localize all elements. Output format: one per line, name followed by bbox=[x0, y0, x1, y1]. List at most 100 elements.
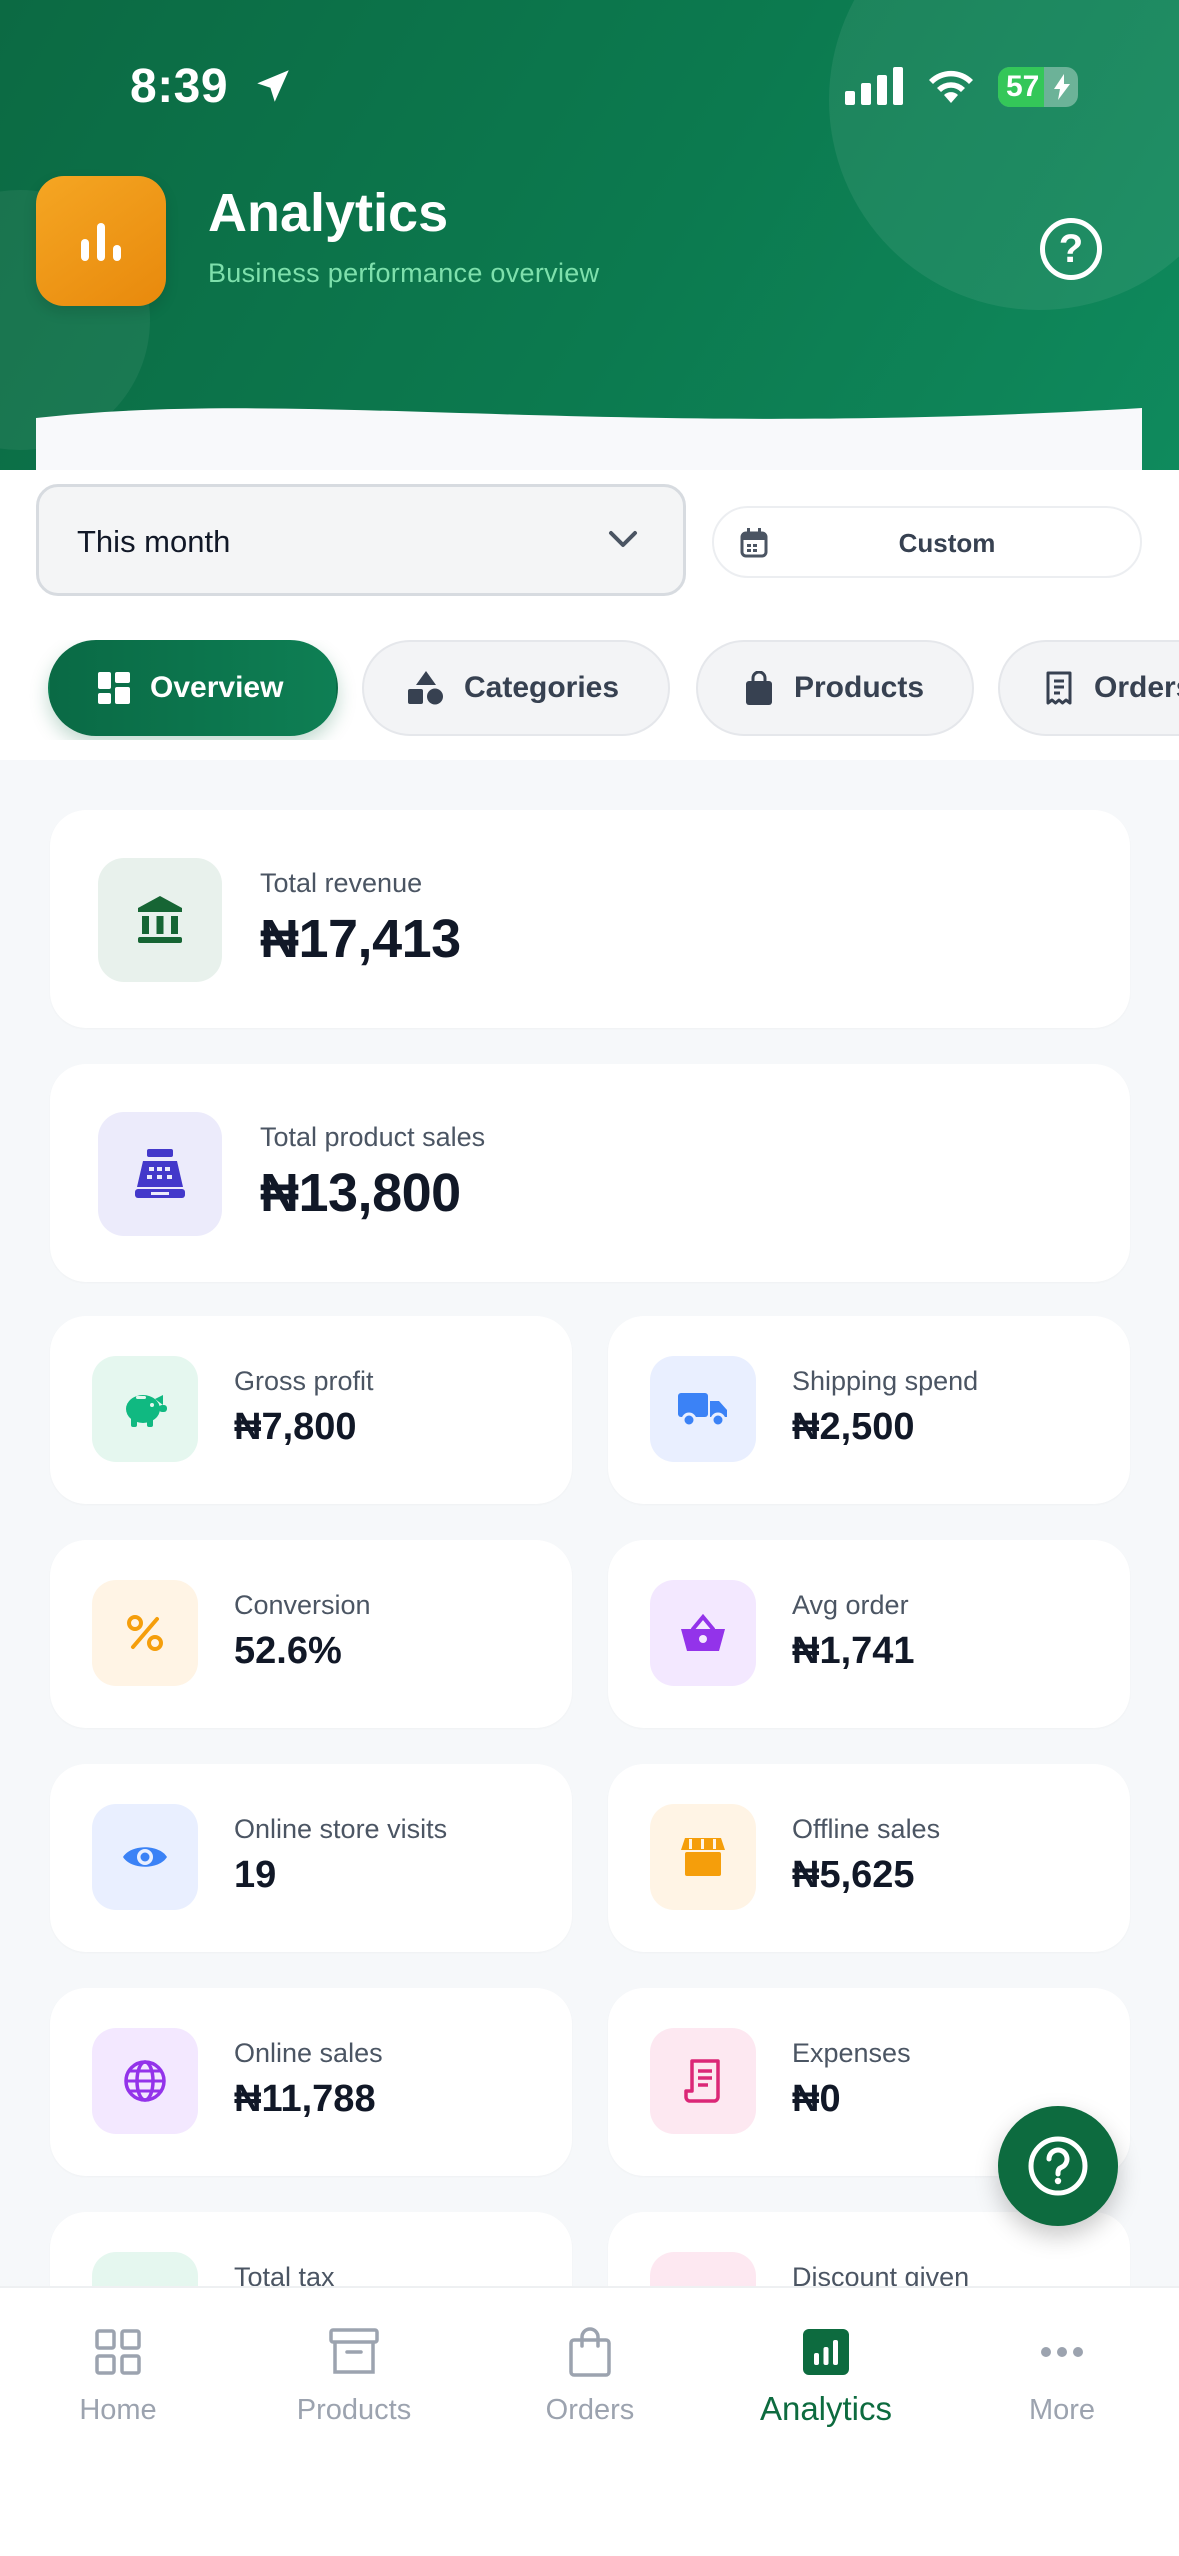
metric-card-online-sales[interactable]: Online sales ₦11,788 bbox=[50, 1988, 572, 2176]
period-select-value: This month bbox=[77, 524, 231, 559]
nav-label: More bbox=[1028, 2394, 1096, 2426]
metric-icon-box bbox=[650, 1356, 756, 1462]
metric-card-total-revenue[interactable]: Total revenue ₦17,413 bbox=[50, 810, 1130, 1028]
metric-icon-box bbox=[92, 2028, 198, 2134]
cash-register-icon bbox=[135, 1149, 185, 1198]
analytics-app-icon bbox=[36, 176, 166, 306]
piggy-bank-icon bbox=[126, 1395, 167, 1427]
metric-value: ₦11,788 bbox=[234, 2078, 376, 2120]
analytics-tabs: Overview Categories Products Orders bbox=[0, 640, 1179, 740]
metric-label: Shipping spend bbox=[792, 1366, 979, 1396]
header: 8:39 57 Analytics Business performance o… bbox=[0, 0, 1179, 470]
metric-card-total-product-sales[interactable]: Total product sales ₦13,800 bbox=[50, 1064, 1130, 1282]
grid-icon bbox=[95, 2329, 141, 2375]
metric-value: ₦17,413 bbox=[260, 909, 461, 969]
nav-label: Products bbox=[296, 2394, 412, 2426]
receipt-icon bbox=[1046, 671, 1072, 705]
eye-icon bbox=[123, 1847, 167, 1867]
help-button[interactable]: ? bbox=[1040, 218, 1102, 280]
nav-home[interactable]: Home bbox=[0, 2288, 236, 2448]
metric-card-gross-profit[interactable]: Gross profit ₦7,800 bbox=[50, 1316, 572, 1504]
metric-icon-box bbox=[98, 858, 222, 982]
period-select[interactable]: This month bbox=[36, 484, 686, 596]
truck-icon bbox=[678, 1393, 727, 1427]
bag-icon bbox=[746, 671, 772, 705]
metric-icon-box bbox=[650, 1580, 756, 1686]
metric-value: 19 bbox=[234, 1854, 277, 1896]
metric-icon-box bbox=[92, 1580, 198, 1686]
metric-label: Total revenue bbox=[260, 868, 423, 898]
metric-label: Offline sales bbox=[792, 1814, 941, 1844]
chevron-down-icon bbox=[609, 531, 637, 547]
battery-indicator: 57 bbox=[998, 67, 1078, 107]
tab-categories-label: Categories bbox=[464, 671, 620, 704]
tab-overview-label: Overview bbox=[150, 671, 284, 704]
battery-level: 57 bbox=[1006, 70, 1040, 103]
question-icon: ? bbox=[1058, 226, 1084, 271]
archive-box-icon bbox=[329, 2328, 379, 2374]
metric-icon-box bbox=[650, 1804, 756, 1910]
more-dots-icon bbox=[1041, 2347, 1083, 2357]
header-wave bbox=[36, 408, 1142, 470]
location-arrow-icon bbox=[257, 70, 289, 102]
filter-bar: This month Custom Overview Categories Pr… bbox=[0, 470, 1179, 760]
metric-icon-box bbox=[650, 2028, 756, 2134]
tab-orders-label: Orders bbox=[1094, 671, 1179, 704]
nav-label: Orders bbox=[545, 2394, 635, 2426]
metric-value: ₦7,800 bbox=[234, 1406, 357, 1448]
metric-card-offline-sales[interactable]: Offline sales ₦5,625 bbox=[608, 1764, 1130, 1952]
bar-chart-icon bbox=[803, 2329, 849, 2375]
metric-label: Expenses bbox=[792, 2038, 911, 2068]
metric-value: 52.6% bbox=[234, 1630, 342, 1672]
custom-range-button[interactable]: Custom bbox=[712, 506, 1142, 578]
metric-label: Total product sales bbox=[260, 1122, 486, 1152]
shapes-icon bbox=[408, 671, 443, 705]
nav-label: Analytics bbox=[759, 2390, 893, 2427]
status-time: 8:39 bbox=[130, 60, 229, 113]
metric-value: ₦2,500 bbox=[792, 1406, 915, 1448]
metric-value: ₦5,625 bbox=[792, 1854, 915, 1896]
tab-categories[interactable]: Categories bbox=[362, 640, 670, 736]
cellular-signal-icon bbox=[845, 67, 903, 105]
nav-products[interactable]: Products bbox=[236, 2288, 472, 2448]
metric-icon-box bbox=[92, 1804, 198, 1910]
nav-analytics[interactable]: Analytics bbox=[708, 2288, 944, 2448]
metric-label: Avg order bbox=[792, 1590, 909, 1620]
percent-icon bbox=[127, 1615, 163, 1651]
metric-card-online-store-visits[interactable]: Online store visits 19 bbox=[50, 1764, 572, 1952]
tab-orders[interactable]: Orders bbox=[998, 640, 1179, 736]
tab-products[interactable]: Products bbox=[696, 640, 974, 736]
nav-more[interactable]: More bbox=[944, 2288, 1179, 2448]
grid-icon bbox=[98, 672, 130, 704]
tab-products-label: Products bbox=[794, 671, 925, 704]
header-decoration bbox=[829, 0, 1179, 310]
metric-icon-box bbox=[92, 1356, 198, 1462]
metric-value: ₦13,800 bbox=[260, 1163, 461, 1223]
bar-chart-icon bbox=[81, 223, 121, 261]
nav-orders[interactable]: Orders bbox=[472, 2288, 708, 2448]
charging-bolt-icon bbox=[1054, 74, 1070, 100]
metric-card-conversion[interactable]: Conversion 52.6% bbox=[50, 1540, 572, 1728]
metric-label: Conversion bbox=[234, 1590, 371, 1620]
metric-label: Gross profit bbox=[234, 1366, 374, 1396]
status-bar: 8:39 57 bbox=[0, 55, 1179, 115]
metric-label: Online sales bbox=[234, 2038, 383, 2068]
globe-icon bbox=[124, 2060, 166, 2102]
wifi-icon bbox=[929, 70, 973, 103]
question-circle-icon bbox=[1028, 2136, 1088, 2196]
page-title: Analytics bbox=[208, 183, 449, 243]
custom-range-label: Custom bbox=[898, 528, 996, 558]
help-fab-button[interactable] bbox=[998, 2106, 1118, 2226]
page-subtitle: Business performance overview bbox=[208, 258, 600, 288]
metric-card-avg-order[interactable]: Avg order ₦1,741 bbox=[608, 1540, 1130, 1728]
tab-overview[interactable]: Overview bbox=[48, 640, 338, 736]
receipt-icon bbox=[684, 2059, 720, 2103]
metric-icon-box bbox=[98, 1112, 222, 1236]
nav-label: Home bbox=[79, 2394, 157, 2426]
bank-icon bbox=[138, 896, 182, 943]
metric-card-shipping-spend[interactable]: Shipping spend ₦2,500 bbox=[608, 1316, 1130, 1504]
metric-label: Online store visits bbox=[234, 1814, 448, 1844]
shopping-bag-icon bbox=[569, 2327, 611, 2377]
store-icon bbox=[681, 1838, 725, 1876]
bottom-navigation: Home Products Orders Analytics More bbox=[0, 2286, 1179, 2556]
